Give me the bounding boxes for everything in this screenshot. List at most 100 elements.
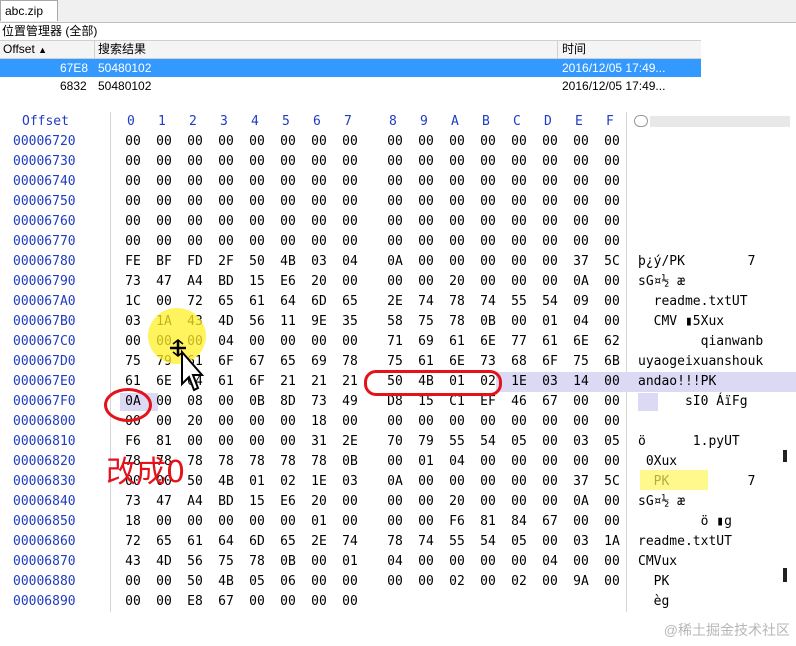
hex-byte[interactable]: 00 [183,232,207,252]
hex-byte[interactable]: 49 [338,392,362,412]
hex-byte[interactable]: 6E [569,332,593,352]
hex-byte[interactable]: 77 [507,332,531,352]
hex-byte[interactable]: 4B [214,472,238,492]
hex-byte[interactable]: 04 [338,252,362,272]
hex-byte[interactable]: 54 [476,532,500,552]
hex-byte[interactable]: 01 [538,312,562,332]
hex-row[interactable]: 00006850 18 00 00 00 00 00 01 00 00 00 F6 81 84 67 00 00… [0,512,796,532]
hex-byte[interactable]: 00 [183,212,207,232]
hex-byte[interactable]: A4 [183,272,207,292]
hex-byte[interactable]: 00 [538,492,562,512]
hex-byte[interactable]: 81 [152,432,176,452]
hex-byte[interactable]: 00 [600,452,624,472]
hex-byte[interactable]: 6F [245,372,269,392]
hex-byte[interactable]: 00 [414,212,438,232]
hex-byte[interactable]: 69 [307,352,331,372]
hex-byte[interactable]: 00 [338,132,362,152]
column-divider[interactable] [557,41,558,58]
hex-byte[interactable]: 14 [569,372,593,392]
hex-byte[interactable]: 00 [445,172,469,192]
hex-byte[interactable]: 00 [538,272,562,292]
hex-byte[interactable]: 20 [307,492,331,512]
hex-byte[interactable]: 00 [152,232,176,252]
hex-byte[interactable]: 00 [414,472,438,492]
hex-byte[interactable]: 00 [445,152,469,172]
hex-byte[interactable]: 74 [414,532,438,552]
hex-byte[interactable]: 00 [507,172,531,192]
hex-byte[interactable]: 6D [307,292,331,312]
hex-byte[interactable]: 20 [445,492,469,512]
hex-byte[interactable]: 00 [414,192,438,212]
hex-byte[interactable]: 03 [569,432,593,452]
hex-byte[interactable]: 84 [507,512,531,532]
hex-byte[interactable]: 05 [245,572,269,592]
hex-byte[interactable]: 55 [445,532,469,552]
hex-byte[interactable]: 00 [538,572,562,592]
hex-byte[interactable]: 00 [183,432,207,452]
hex-row[interactable]: 00006870 43 4D 56 75 78 0B 00 01 04 00 00 00 00 04 00 00… [0,552,796,572]
hex-byte[interactable]: 00 [338,152,362,172]
hex-byte[interactable]: 00 [152,412,176,432]
hex-byte[interactable]: 67 [245,352,269,372]
hex-byte[interactable]: 1C [121,292,145,312]
hex-byte[interactable]: 64 [276,292,300,312]
hex-byte[interactable]: 00 [183,192,207,212]
hex-byte[interactable]: 4D [152,552,176,572]
hex-byte[interactable]: 00 [445,412,469,432]
hex-byte[interactable]: FD [183,252,207,272]
hex-byte[interactable]: BD [214,492,238,512]
hex-byte[interactable]: 20 [183,412,207,432]
hex-byte[interactable]: 65 [276,352,300,372]
hex-byte[interactable]: 50 [183,572,207,592]
hex-byte[interactable]: 00 [383,512,407,532]
hex-byte[interactable]: 4D [214,312,238,332]
hex-byte[interactable]: 11 [276,312,300,332]
hex-byte[interactable]: 0B [245,392,269,412]
hex-row[interactable]: 00006750 00 00 00 00 00 00 00 00 00 00 00 00 00 00 00 00 [0,192,796,212]
hex-byte[interactable]: 00 [600,512,624,532]
hex-byte[interactable]: 00 [214,392,238,412]
hex-byte[interactable]: 46 [507,392,531,412]
hex-byte[interactable]: 00 [245,592,269,612]
hex-byte[interactable]: 04 [569,312,593,332]
hex-byte[interactable]: 01 [414,452,438,472]
hex-byte[interactable]: 00 [121,132,145,152]
hex-byte[interactable]: 00 [600,312,624,332]
hex-byte[interactable]: 54 [538,292,562,312]
hex-byte[interactable]: 00 [383,212,407,232]
hex-byte[interactable]: 21 [276,372,300,392]
hex-byte[interactable]: 00 [507,452,531,472]
hex-byte[interactable]: 00 [245,432,269,452]
hex-byte[interactable]: 9A [569,572,593,592]
hex-byte[interactable]: 04 [214,332,238,352]
hex-byte[interactable]: 00 [383,232,407,252]
hex-byte[interactable]: 00 [569,172,593,192]
hex-byte[interactable]: 75 [121,352,145,372]
hex-byte[interactable]: 00 [338,272,362,292]
hex-byte[interactable]: 18 [307,412,331,432]
hex-byte[interactable]: 00 [600,292,624,312]
hex-byte[interactable]: 00 [338,232,362,252]
hex-byte[interactable]: 09 [569,292,593,312]
hex-byte[interactable]: 00 [214,232,238,252]
hex-byte[interactable]: 03 [538,372,562,392]
hex-byte[interactable]: 0A [383,472,407,492]
hex-byte[interactable]: 65 [276,532,300,552]
hex-byte[interactable]: 20 [445,272,469,292]
hex-byte[interactable]: 00 [383,152,407,172]
hex-byte[interactable]: 74 [338,532,362,552]
column-header-offset[interactable]: Offset ▲ [3,41,47,59]
hex-byte[interactable]: 00 [476,412,500,432]
hex-byte[interactable]: 37 [569,472,593,492]
hex-byte[interactable]: 00 [152,172,176,192]
hex-byte[interactable]: 00 [476,472,500,492]
hex-byte[interactable]: 00 [476,172,500,192]
hex-byte[interactable]: 00 [507,232,531,252]
hex-byte[interactable]: 00 [214,192,238,212]
hex-row[interactable]: 00006880 00 00 50 4B 05 06 00 00 00 00 02 00 02 00 9A 00… [0,572,796,592]
hex-byte[interactable]: 00 [569,212,593,232]
hex-byte[interactable]: 00 [383,172,407,192]
hex-byte[interactable]: 6F [214,352,238,372]
hex-byte[interactable]: 00 [307,152,331,172]
hex-byte[interactable]: 67 [538,512,562,532]
